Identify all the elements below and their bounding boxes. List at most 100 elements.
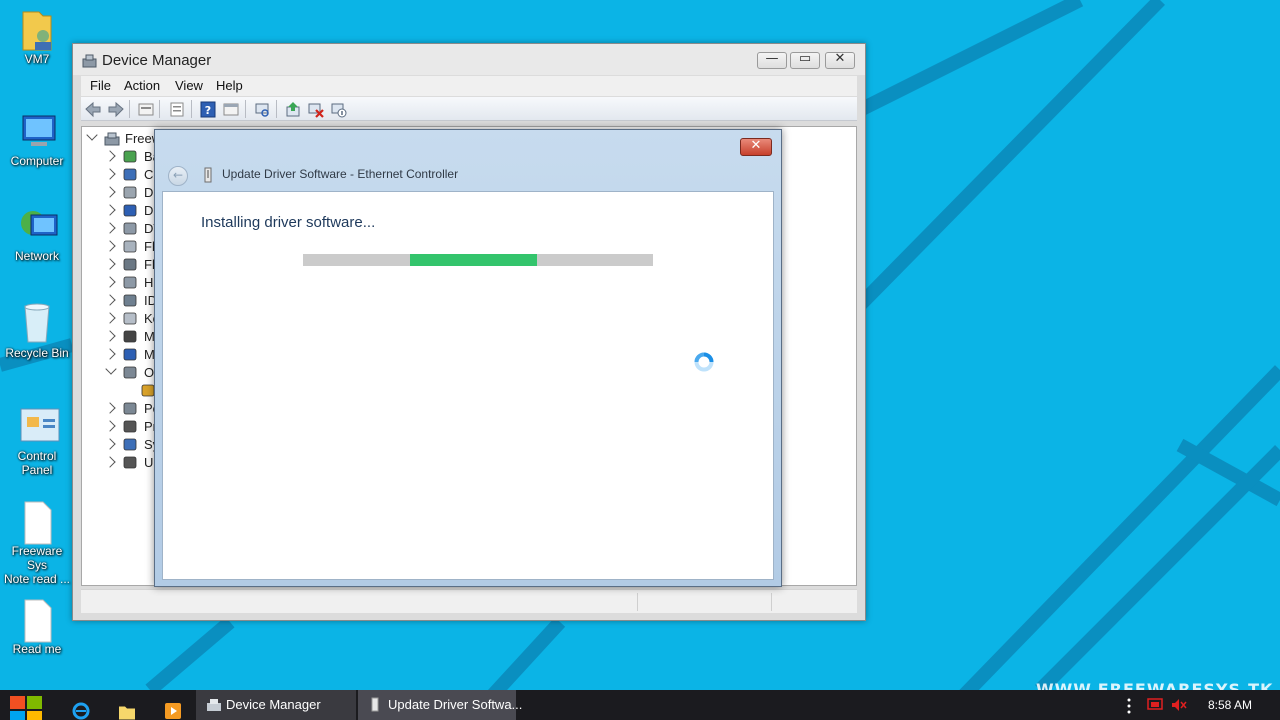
help-icon[interactable]: ? (199, 101, 217, 118)
floppy-icon (123, 240, 137, 253)
menu-action[interactable]: Action (124, 78, 160, 93)
tree-category[interactable] (82, 382, 162, 400)
device-manager-icon (82, 54, 97, 68)
expand-icon[interactable] (104, 312, 116, 324)
device-manager-icon (207, 699, 221, 711)
close-icon: ✕ (750, 138, 762, 153)
back-icon[interactable] (84, 101, 102, 118)
internet-explorer-icon[interactable] (72, 696, 90, 720)
desktop-icon-label: VM7 (24, 52, 50, 66)
window-title: Device Manager (102, 52, 212, 69)
expand-icon[interactable] (104, 258, 116, 270)
disk-drive-icon (123, 186, 137, 199)
device-manager-titlebar[interactable]: Device Manager — ▭ ✕ (73, 44, 865, 75)
desktop-icon-label: Computer (10, 154, 64, 168)
computer-icon (104, 132, 120, 146)
collapse-icon[interactable] (105, 363, 117, 375)
expand-icon[interactable] (104, 186, 116, 198)
dialog-close-button[interactable]: ✕ (740, 138, 772, 156)
tree-category[interactable]: DV (82, 220, 162, 238)
expand-icon[interactable] (104, 240, 116, 252)
update-driver-icon[interactable] (284, 101, 302, 118)
desktop-icon-control-panel[interactable]: Control Panel (2, 405, 72, 477)
toolbar-separator (245, 100, 246, 118)
expand-icon[interactable] (104, 204, 116, 216)
desktop-icon-computer[interactable]: Computer (2, 110, 72, 168)
media-player-icon[interactable] (164, 696, 182, 720)
control-panel-icon (17, 405, 60, 447)
show-hidden-icons-icon[interactable] (1126, 698, 1132, 714)
expand-icon[interactable] (104, 276, 116, 288)
progress-indicator (410, 254, 537, 266)
tree-category[interactable]: Po (82, 400, 162, 418)
ide-controller-icon (123, 294, 137, 307)
collapse-icon[interactable] (86, 129, 98, 141)
taskbar-device-manager[interactable]: Device Manager (196, 690, 356, 720)
desktop-icon-recycle-bin[interactable]: Recycle Bin (2, 302, 72, 360)
menu-file[interactable]: File (90, 78, 111, 93)
tree-category[interactable]: Ot (82, 363, 162, 382)
desktop-icon-vm7[interactable]: VM7 (2, 8, 72, 66)
desktop-icon-network[interactable]: Network (2, 205, 72, 263)
tree-category[interactable]: M (82, 328, 162, 346)
expand-icon[interactable] (104, 168, 116, 180)
tree-category[interactable]: Ke (82, 310, 162, 328)
svg-text:?: ? (205, 104, 211, 117)
expand-icon[interactable] (104, 150, 116, 162)
menu-help[interactable]: Help (216, 78, 243, 93)
tree-category[interactable]: Ba (82, 148, 162, 166)
menu-view[interactable]: View (175, 78, 203, 93)
forward-icon[interactable] (107, 101, 125, 118)
tree-category[interactable]: Fl (82, 238, 162, 256)
scan-icon[interactable] (253, 101, 271, 118)
tree-category[interactable]: Pr (82, 418, 162, 436)
properties-icon[interactable] (168, 101, 186, 118)
tree-category[interactable]: M (82, 346, 162, 364)
tree-category[interactable]: Co (82, 166, 162, 184)
start-windows-icon[interactable] (10, 696, 44, 720)
tree-root[interactable]: Freew (82, 129, 162, 148)
maximize-icon: ▭ (798, 51, 812, 66)
file-explorer-icon[interactable] (119, 697, 135, 720)
toolbar-separator (129, 100, 130, 118)
tree-category[interactable]: Ur (82, 454, 162, 472)
taskbar-update-driver[interactable]: Update Driver Softwa... (358, 690, 522, 720)
tree-category[interactable]: Sy (82, 436, 162, 454)
tree-category[interactable]: Di (82, 202, 162, 220)
network-adapter-icon (204, 167, 212, 183)
dialog-title: Update Driver Software - Ethernet Contro… (222, 167, 459, 181)
status-separator (771, 593, 772, 611)
taskbar-clock[interactable]: 8:58 AM (1208, 698, 1252, 712)
view-icon[interactable] (222, 101, 240, 118)
desktop-icon-freeware-note[interactable]: Freeware Sys Note read ... (2, 500, 72, 586)
expand-icon[interactable] (104, 438, 116, 450)
expand-icon[interactable] (104, 456, 116, 468)
desktop-icon-read-me[interactable]: Read me (2, 598, 72, 656)
close-button[interactable]: ✕ (825, 51, 855, 69)
minimize-icon: — (765, 51, 779, 66)
close-icon: ✕ (834, 51, 846, 66)
taskbar-button-label: Update Driver Softwa... (388, 697, 523, 712)
expand-icon[interactable] (104, 294, 116, 306)
tree-category[interactable]: Fl (82, 256, 162, 274)
tree-category[interactable]: Di (82, 184, 162, 202)
expand-icon[interactable] (104, 222, 116, 234)
expand-icon[interactable] (104, 348, 116, 360)
network-status-icon[interactable] (1147, 698, 1163, 712)
volume-muted-icon[interactable] (1171, 698, 1187, 712)
expand-icon[interactable] (104, 402, 116, 414)
disable-icon[interactable] (330, 101, 348, 118)
network-icon (17, 205, 58, 247)
tree-category[interactable]: Hu (82, 274, 162, 292)
minimize-button[interactable]: — (757, 51, 787, 69)
hid-icon (123, 276, 137, 289)
up-icon[interactable] (137, 101, 155, 118)
uninstall-icon[interactable] (307, 101, 325, 118)
desktop-icon-label: Read me (12, 642, 62, 656)
expand-icon[interactable] (104, 330, 116, 342)
dialog-back-button[interactable]: ← (168, 166, 188, 186)
expand-icon[interactable] (104, 420, 116, 432)
maximize-button[interactable]: ▭ (790, 51, 820, 69)
tree-category[interactable]: ID (82, 292, 162, 310)
update-driver-dialog: ✕ ← Update Driver Software - Ethernet Co… (154, 129, 782, 587)
